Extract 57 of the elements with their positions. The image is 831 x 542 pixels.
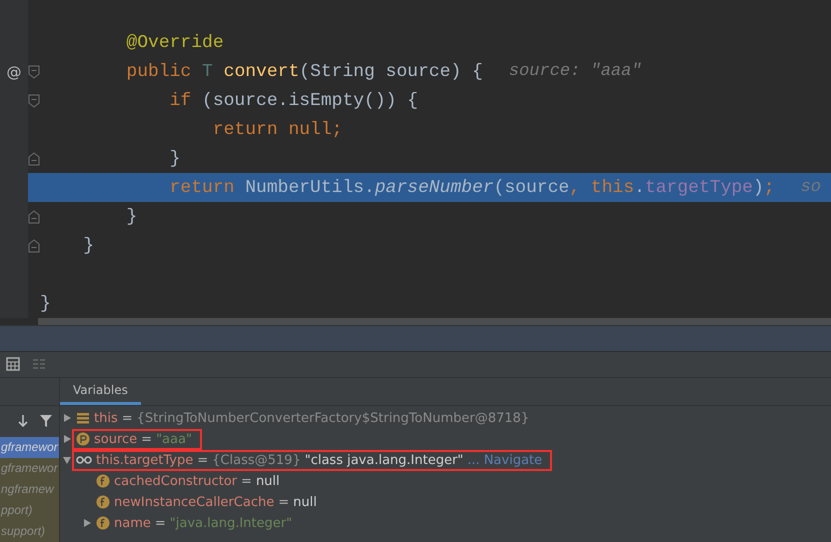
code-text: }: [168, 148, 180, 168]
fold-icon[interactable]: [28, 238, 40, 252]
expand-arrow-icon[interactable]: [62, 413, 72, 424]
variable-name: name: [114, 516, 151, 531]
variable-value: "aaa": [156, 432, 192, 447]
fold-icon[interactable]: [28, 152, 40, 166]
override-marker[interactable]: @: [6, 62, 22, 80]
fold-icon[interactable]: [28, 210, 40, 224]
equals-sign: =: [197, 452, 208, 468]
parameter-icon: [76, 432, 90, 446]
variable-name: source: [94, 432, 138, 447]
code-text: }: [125, 206, 138, 226]
equals-sign: =: [122, 410, 133, 426]
field-icon: [96, 516, 110, 530]
navigate-link[interactable]: Navigate: [484, 452, 542, 468]
table-icon[interactable]: [6, 357, 20, 372]
variable-value: null: [256, 474, 280, 489]
code-text: @Override: [125, 32, 224, 52]
equals-sign: =: [278, 494, 290, 510]
equals-sign: =: [241, 474, 252, 489]
variables-tab[interactable]: Variables: [60, 378, 141, 405]
code-text: return null;: [212, 120, 342, 140]
code-text: }: [82, 236, 94, 256]
code-text: return NumberUtils.parseNumber(source, this.targetType);: [168, 178, 775, 198]
filter-icon[interactable]: [39, 414, 53, 428]
navigate-link[interactable]: ...: [467, 452, 480, 468]
horizontal-scrollbar[interactable]: [38, 318, 831, 326]
stack-frame-item[interactable]: support): [0, 520, 59, 542]
fields-icon: [76, 411, 90, 426]
fold-icon[interactable]: [28, 94, 40, 108]
expand-arrow-icon[interactable]: [62, 455, 72, 466]
variable-name: newInstanceCallerCache: [114, 494, 274, 510]
variable-name: cachedConstructor: [114, 474, 238, 489]
equals-sign: =: [141, 432, 152, 447]
equals-sign: =: [154, 516, 166, 531]
field-icon: [96, 474, 110, 488]
variable-value: {StringToNumberConverterFactory$StringToNumber@8718}: [136, 410, 530, 426]
variable-value: "class java.lang.Integer": [304, 452, 464, 468]
expand-arrow-icon[interactable]: [82, 518, 92, 528]
variable-name: this.targetType: [96, 452, 194, 468]
variable-value: "java.lang.Integer": [170, 516, 292, 531]
code-text: public T convert(String source) {: [125, 62, 483, 82]
field-icon: [96, 495, 110, 510]
expand-arrow-icon[interactable]: [62, 434, 72, 444]
variable-value: null: [293, 494, 317, 510]
variable-name: this: [94, 410, 118, 426]
down-arrow-icon[interactable]: [17, 414, 29, 428]
stack-frame-item[interactable]: pport): [0, 500, 59, 521]
stack-frame-item[interactable]: gframewor: [0, 436, 59, 458]
inline-value-hint: so: [800, 178, 822, 197]
inline-value-hint: source: "aaa": [508, 62, 642, 81]
code-text: if (source.isEmpty()) {: [168, 90, 418, 110]
variable-value: {Class@519}: [212, 452, 301, 468]
stack-frame-item[interactable]: gframewor: [0, 458, 59, 479]
code-text: }: [40, 294, 51, 314]
stack-frame-item[interactable]: ngframew: [0, 478, 59, 500]
fold-icon[interactable]: [28, 64, 40, 78]
